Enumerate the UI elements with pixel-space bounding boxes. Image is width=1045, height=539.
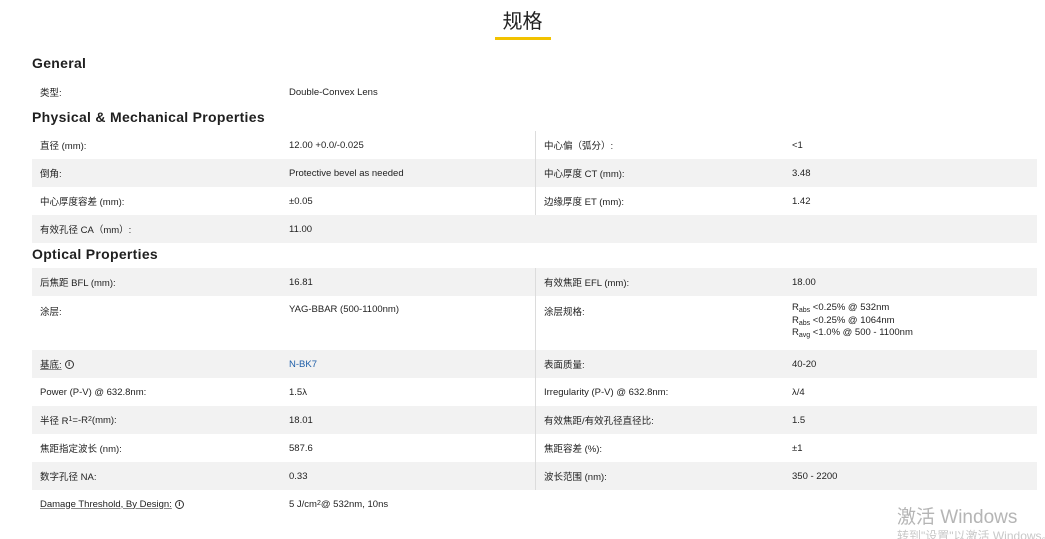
value-centering: <1 [792, 139, 803, 151]
value-power: 1.5λ [289, 386, 307, 398]
value-radius: 18.01 [289, 414, 313, 426]
value-center-thickness: 3.48 [792, 167, 811, 179]
table-row: 数字孔径 NA: 0.33 波长范围 (nm): 350 - 2200 [32, 462, 1037, 490]
value-damage-threshold: 5 J/cm 2 @ 532nm, 10ns [289, 498, 389, 510]
value-bevel: Protective bevel as needed [289, 167, 404, 179]
value-wavelength-range: 350 - 2200 [792, 470, 838, 482]
label-type: 类型: [40, 88, 62, 99]
value-diameter: 12.00 +0.0/-0.025 [289, 139, 364, 151]
info-icon[interactable]: i [174, 499, 184, 509]
value-type: Double-Convex Lens [289, 86, 378, 98]
label-damage-threshold[interactable]: Damage Threshold, By Design: i [32, 490, 282, 518]
table-row: 有效孔径 CA（mm）: 11.00 [32, 215, 1037, 243]
value-substrate[interactable]: N-BK7 [282, 350, 535, 378]
value-edge-thickness: 1.42 [792, 195, 811, 207]
value-irregularity: λ/4 [792, 386, 805, 398]
label-bevel: 倒角: [40, 169, 62, 180]
coating-spec-line-2: Rabs <0.25% @ 1064nm [792, 314, 895, 327]
value-na: 0.33 [289, 470, 308, 482]
coating-spec-line-3: Ravg <1.0% @ 500 - 1100nm [792, 327, 913, 339]
section-general-title: General [32, 55, 87, 71]
value-coating: YAG-BBAR (500-1100nm) [289, 304, 399, 315]
title-wrap: 规格 [0, 10, 1045, 40]
value-focal-tolerance: ±1 [792, 442, 803, 454]
label-bfl: 后焦距 BFL (mm): [40, 278, 116, 289]
table-row: 后焦距 BFL (mm): 16.81 有效焦距 EFL (mm): 18.00 [32, 268, 1037, 296]
label-centering: 中心偏（弧分）: [535, 131, 785, 159]
table-row: 焦距指定波长 (nm): 587.6 焦距容差 (%): ±1 [32, 434, 1037, 462]
label-diameter: 直径 (mm): [40, 141, 87, 152]
table-row: 直径 (mm): 12.00 +0.0/-0.025 中心偏（弧分）: <1 [32, 131, 1037, 159]
label-wavelength-range: 波长范围 (nm): [535, 462, 785, 490]
coating-spec-line-1: Rabs <0.25% @ 532nm [792, 302, 890, 314]
value-ct-tolerance: ±0.05 [289, 195, 313, 207]
table-row: Damage Threshold, By Design: i 5 J/cm 2 @… [32, 490, 1037, 518]
section-optical-title: Optical Properties [32, 246, 158, 262]
value-f-number: 1.5 [792, 414, 806, 426]
section-physical-title: Physical & Mechanical Properties [32, 109, 265, 125]
value-coating-spec: Rabs <0.25% @ 532nm Rabs <0.25% @ 1064nm… [785, 296, 1037, 350]
value-surface-quality: 40-20 [792, 358, 817, 370]
label-power: Power (P-V) @ 632.8nm: [40, 386, 147, 398]
label-edge-thickness: 边缘厚度 ET (mm): [535, 187, 785, 215]
page-title: 规格 [494, 10, 551, 40]
table-row: 基底: i N-BK7 表面质量: 40-20 [32, 350, 1037, 378]
table-row: Power (P-V) @ 632.8nm: 1.5λ Irregularity… [32, 378, 1037, 406]
info-icon[interactable]: i [64, 359, 74, 369]
substrate-link[interactable]: N-BK7 [289, 359, 317, 370]
label-surface-quality: 表面质量: [535, 350, 785, 378]
table-row: 倒角: Protective bevel as needed 中心厚度 CT (… [32, 159, 1037, 187]
value-design-wavelength: 587.6 [289, 442, 313, 454]
label-substrate[interactable]: 基底: i [32, 350, 282, 378]
value-clear-aperture: 11.00 [289, 223, 313, 235]
label-clear-aperture: 有效孔径 CA（mm）: [40, 225, 132, 236]
label-coating-spec: 涂层规格: [535, 296, 785, 350]
label-ct-tolerance: 中心厚度容差 (mm): [40, 197, 125, 208]
label-radius: 半径 R 1 =-R 2 (mm): [40, 414, 117, 428]
label-focal-tolerance: 焦距容差 (%): [535, 434, 785, 462]
table-row: 类型: Double-Convex Lens [32, 78, 1037, 106]
value-efl: 18.00 [792, 276, 816, 288]
label-center-thickness: 中心厚度 CT (mm): [535, 159, 785, 187]
substrate-label-text[interactable]: 基底: [40, 357, 62, 371]
label-coating: 涂层: [40, 307, 62, 318]
label-f-number: 有效焦距/有效孔径直径比: [535, 406, 785, 434]
table-row: 半径 R 1 =-R 2 (mm): 18.01 有效焦距/有效孔径直径比: 1.5 [32, 406, 1037, 434]
label-efl: 有效焦距 EFL (mm): [535, 268, 785, 296]
table-row: 涂层: YAG-BBAR (500-1100nm) 涂层规格: Rabs <0.… [32, 296, 1037, 350]
windows-activation-hint: 转到"设置"以激活 Windows。 [897, 529, 1045, 539]
damage-label-text[interactable]: Damage Threshold, By Design: [40, 499, 172, 510]
label-irregularity: Irregularity (P-V) @ 632.8nm: [535, 378, 785, 406]
windows-activation-watermark: 激活 Windows [897, 507, 1018, 528]
value-bfl: 16.81 [289, 276, 313, 288]
label-na: 数字孔径 NA: [40, 472, 97, 483]
table-row: 中心厚度容差 (mm): ±0.05 边缘厚度 ET (mm): 1.42 [32, 187, 1037, 215]
label-design-wavelength: 焦距指定波长 (nm): [40, 444, 122, 455]
